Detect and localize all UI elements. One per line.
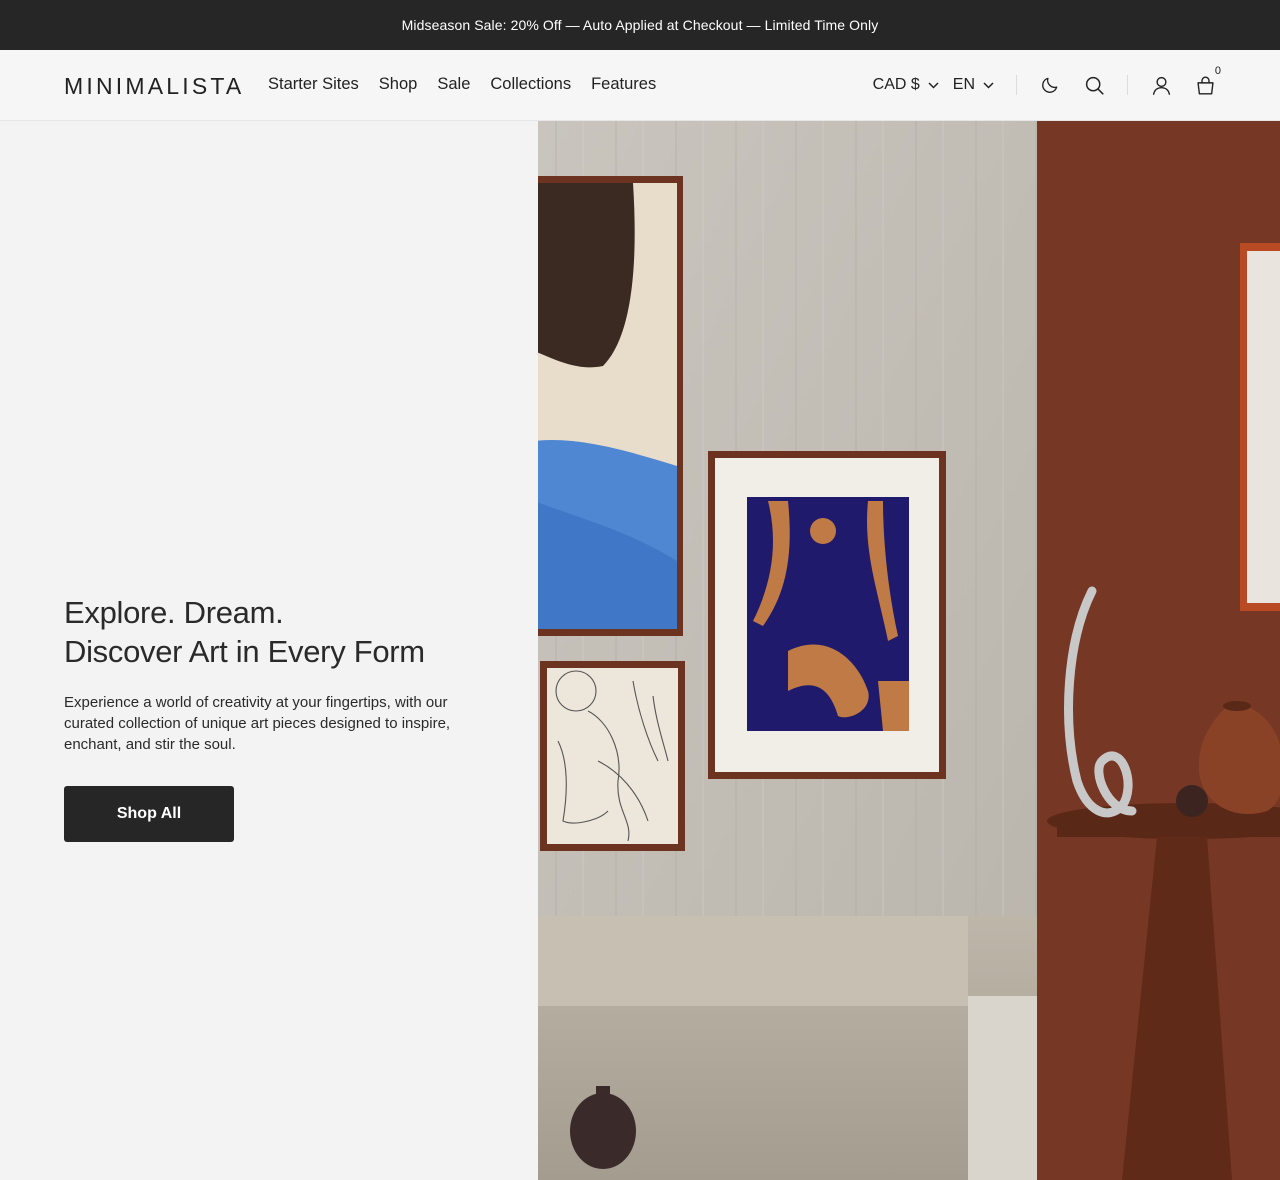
currency-label: CAD $ (872, 76, 920, 93)
cart-icon (1196, 76, 1214, 95)
hero-headline-line1: Explore. Dream. (64, 595, 284, 630)
account-button[interactable] (1150, 74, 1172, 96)
announcement-text: Midseason Sale: 20% Off — Auto Applied a… (401, 17, 879, 33)
theme-toggle-button[interactable] (1039, 74, 1061, 96)
cart-button[interactable]: 0 (1194, 65, 1221, 96)
shop-all-button[interactable]: Shop All (64, 786, 234, 842)
site-logo[interactable]: MINIMALISTA (64, 73, 244, 100)
gallery-wall-illustration (538, 121, 1037, 1180)
search-icon (1085, 76, 1104, 95)
hero-description: Experience a world of creativity at your… (64, 694, 451, 753)
header-divider (1016, 75, 1017, 95)
announcement-bar: Midseason Sale: 20% Off — Auto Applied a… (0, 0, 1280, 50)
hero-content: Explore. Dream. Discover Art in Every Fo… (0, 121, 538, 1180)
language-selector[interactable]: EN (953, 76, 994, 94)
hero-image-gallery-wall (538, 121, 1037, 1180)
nav-item-shop[interactable]: Shop (379, 75, 418, 94)
hero-image-terracotta-room (1037, 121, 1280, 1180)
header-divider (1127, 75, 1128, 95)
chevron-down-icon (928, 81, 939, 89)
language-label: EN (952, 76, 975, 93)
currency-selector[interactable]: CAD $ (873, 76, 939, 94)
nav-item-features[interactable]: Features (591, 75, 656, 94)
terracotta-room-illustration (1037, 121, 1280, 1180)
search-button[interactable] (1083, 74, 1105, 96)
main-nav: Starter Sites Shop Sale Collections Feat… (268, 75, 656, 94)
cart-count-badge: 0 (1214, 65, 1221, 77)
nav-item-sale[interactable]: Sale (437, 75, 470, 94)
nav-item-collections[interactable]: Collections (490, 75, 571, 94)
hero-headline: Explore. Dream. Discover Art in Every Fo… (64, 593, 425, 671)
site-header: MINIMALISTA Starter Sites Shop Sale Coll… (0, 50, 1280, 121)
moon-icon (1042, 77, 1058, 93)
nav-item-starter-sites[interactable]: Starter Sites (268, 75, 359, 94)
header-tools: CAD $ EN 0 (873, 65, 1221, 102)
chevron-down-icon (983, 81, 994, 89)
account-icon (1152, 76, 1170, 95)
hero-headline-line2: Discover Art in Every Form (64, 634, 425, 669)
